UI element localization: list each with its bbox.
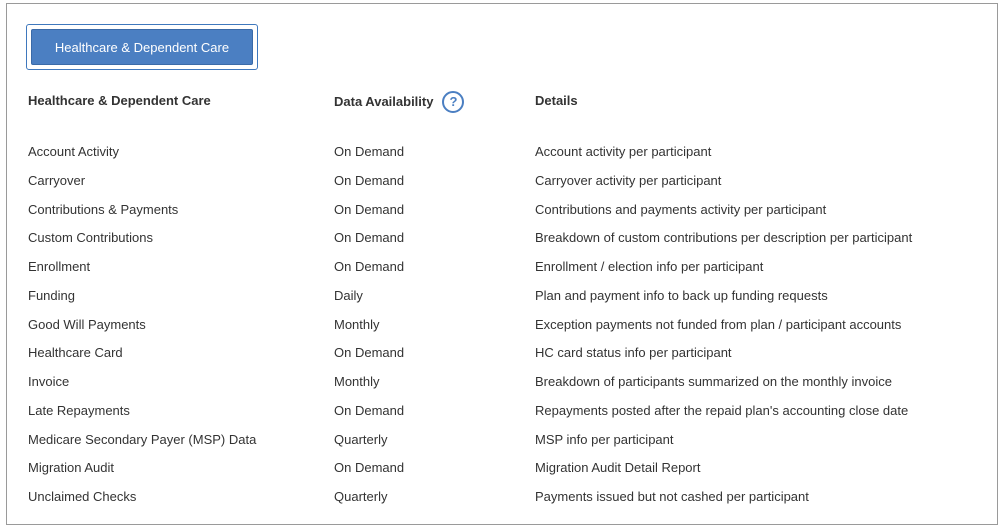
table-row: Migration Audit On Demand Migration Audi… [28,460,988,489]
table-row: Contributions & Payments On Demand Contr… [28,202,988,231]
tab-healthcare-dependent-care-container: Healthcare & Dependent Care [26,24,258,70]
column-header-details: Details [535,93,578,108]
report-availability: On Demand [334,144,405,159]
report-details: Breakdown of custom contributions per de… [535,230,913,246]
report-details: HC card status info per participant [535,345,732,361]
table-row: Enrollment On Demand Enrollment / electi… [28,259,988,288]
report-availability: On Demand [334,230,405,246]
report-details: Carryover activity per participant [535,172,722,188]
report-availability: Quarterly [334,489,388,504]
table-row: Funding Daily Plan and payment info to b… [28,288,988,317]
table-row: Late Repayments On Demand Repayments pos… [28,403,988,432]
report-availability: Monthly [334,316,380,332]
table-row: Medicare Secondary Payer (MSP) Data Quar… [28,432,988,461]
report-name[interactable]: Enrollment [28,259,90,274]
column-header-report: Healthcare & Dependent Care [28,93,211,108]
report-name[interactable]: Healthcare Card [28,345,123,360]
report-details: Migration Audit Detail Report [535,460,701,476]
table-row: Good Will Payments Monthly Exception pay… [28,317,988,346]
column-header-availability: Data Availability ? [334,88,465,115]
table-row: Healthcare Card On Demand HC card status… [28,345,988,374]
table-row: Unclaimed Checks Quarterly Payments issu… [28,489,988,518]
report-details: Enrollment / election info per participa… [535,259,764,274]
report-details: Exception payments not funded from plan … [535,316,902,332]
report-name[interactable]: Medicare Secondary Payer (MSP) Data [28,432,256,447]
report-name[interactable]: Late Repayments [28,403,130,418]
report-name[interactable]: Good Will Payments [28,317,146,332]
report-name[interactable]: Contributions & Payments [28,202,178,217]
report-details: MSP info per participant [535,431,674,447]
report-availability: Daily [334,287,363,303]
table-row: Carryover On Demand Carryover activity p… [28,173,988,202]
report-name[interactable]: Account Activity [28,144,119,159]
table-row: Custom Contributions On Demand Breakdown… [28,230,988,259]
column-header-availability-label: Data Availability [334,94,434,109]
report-availability: Monthly [334,374,380,389]
report-availability: On Demand [334,460,405,476]
report-details: Contributions and payments activity per … [535,201,827,217]
report-details: Repayments posted after the repaid plan'… [535,402,909,418]
table-row: Invoice Monthly Breakdown of participant… [28,374,988,403]
help-icon[interactable]: ? [442,90,465,113]
table-row: Account Activity On Demand Account activ… [28,144,988,173]
report-name[interactable]: Custom Contributions [28,230,153,245]
report-availability: On Demand [334,402,405,418]
report-details: Account activity per participant [535,144,712,159]
reports-panel: Healthcare & Dependent Care Healthcare &… [6,3,998,525]
report-availability: On Demand [334,201,405,217]
tab-healthcare-dependent-care[interactable]: Healthcare & Dependent Care [31,29,253,65]
report-availability: On Demand [334,259,405,274]
report-name[interactable]: Carryover [28,173,85,188]
report-availability: Quarterly [334,431,388,447]
report-name[interactable]: Unclaimed Checks [28,489,136,504]
report-details: Breakdown of participants summarized on … [535,374,892,389]
report-name[interactable]: Invoice [28,374,69,389]
report-details: Plan and payment info to back up funding… [535,287,828,303]
report-availability: On Demand [334,172,405,188]
report-table: Account Activity On Demand Account activ… [28,144,988,518]
report-name[interactable]: Migration Audit [28,460,114,475]
report-availability: On Demand [334,345,405,361]
report-details: Payments issued but not cashed per parti… [535,489,809,504]
report-name[interactable]: Funding [28,288,75,303]
